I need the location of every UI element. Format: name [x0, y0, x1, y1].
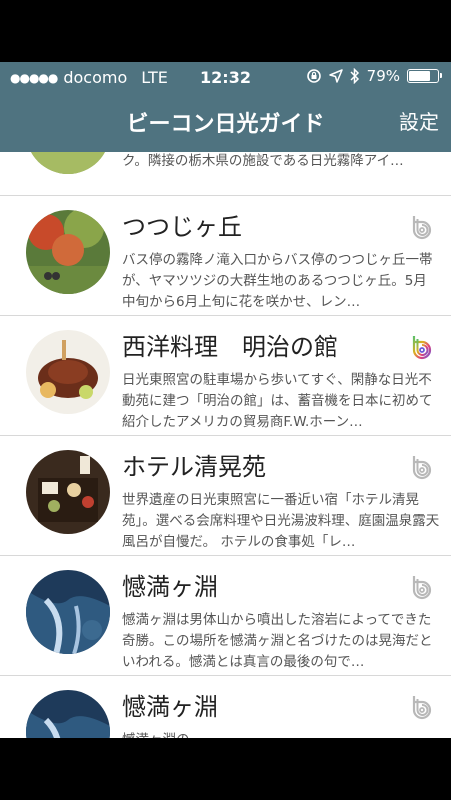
list-item-title: 憾満ヶ淵 [122, 693, 218, 721]
list-item-description: 日光東照宮の駐車場から歩いてすぐ、閑静な日光不動苑に建つ「明治の館」は、蓄音機を… [122, 372, 433, 430]
list-item-description: バス停の霧降ノ滝入口からバス停のつつじヶ丘一帯が、ヤマツツジの大群生地のあるつつ… [122, 252, 433, 310]
beacon-icon [412, 456, 432, 480]
rotation-lock-icon [306, 69, 321, 83]
spot-thumbnail [26, 152, 110, 174]
list-item-title: 西洋料理 明治の館 [122, 333, 338, 361]
list-item-description: 憾満ヶ淵は男体山から噴出した溶岩によってできた奇勝。この場所を憾満ヶ淵と名づけた… [122, 612, 433, 670]
page-title: ビーコン日光ガイド [126, 112, 325, 137]
spot-thumbnail [26, 330, 110, 414]
navigation-bar: ●●●●● docomo LTE 12:32 79% ビーコン日光ガイド 設定 [0, 62, 451, 152]
list-item-title: 憾満ヶ淵 [122, 573, 218, 601]
beacon-icon [412, 576, 432, 600]
location-icon [328, 69, 343, 83]
settings-button[interactable]: 設定 [399, 106, 439, 135]
bluetooth-icon [350, 68, 359, 84]
beacon-icon [412, 696, 432, 720]
list-item-description: 400メートル、幅16メートルの野外スピードリンク。隣接の栃木県の施設である日光… [122, 153, 404, 169]
status-bar: ●●●●● docomo LTE 12:32 79% [0, 62, 451, 92]
bottom-bar [0, 738, 451, 800]
list-item-title: ホテル清晃苑 [122, 453, 266, 481]
list-item[interactable]: 憾満ヶ淵 憾満ヶ淵は男体山から噴出した溶岩によってできた奇勝。この場所を憾満ヶ淵… [0, 556, 451, 676]
spot-thumbnail [26, 210, 110, 294]
list-item[interactable]: つつじヶ丘 バス停の霧降ノ滝入口からバス停のつつじヶ丘一帯が、ヤマツツジの大群生… [0, 196, 451, 316]
beacon-icon [412, 336, 432, 360]
list-item-description: 世界遺産の日光東照宮に一番近い宿「ホテル清晃苑」。選べる会席料理や日光湯波料理、… [122, 492, 440, 550]
list-item[interactable]: 400メートル、幅16メートルの野外スピードリンク。隣接の栃木県の施設である日光… [0, 152, 451, 196]
list-item[interactable]: 憾満ヶ淵 憾満ヶ淵の… [0, 676, 451, 738]
list-item-description: 憾満ヶ淵の… [122, 730, 440, 738]
list-item-title: つつじヶ丘 [122, 213, 242, 241]
list-item[interactable]: 西洋料理 明治の館 日光東照宮の駐車場から歩いてすぐ、閑静な日光不動苑に建つ「明… [0, 316, 451, 436]
guide-list: 400メートル、幅16メートルの野外スピードリンク。隣接の栃木県の施設である日光… [0, 152, 451, 738]
list-item[interactable]: ホテル清晃苑 世界遺産の日光東照宮に一番近い宿「ホテル清晃苑」。選べる会席料理や… [0, 436, 451, 556]
spot-thumbnail [26, 690, 110, 738]
battery-icon [407, 69, 442, 83]
spot-thumbnail [26, 450, 110, 534]
battery-percentage: 79% [366, 67, 400, 85]
beacon-icon [412, 216, 432, 240]
spot-thumbnail [26, 570, 110, 654]
